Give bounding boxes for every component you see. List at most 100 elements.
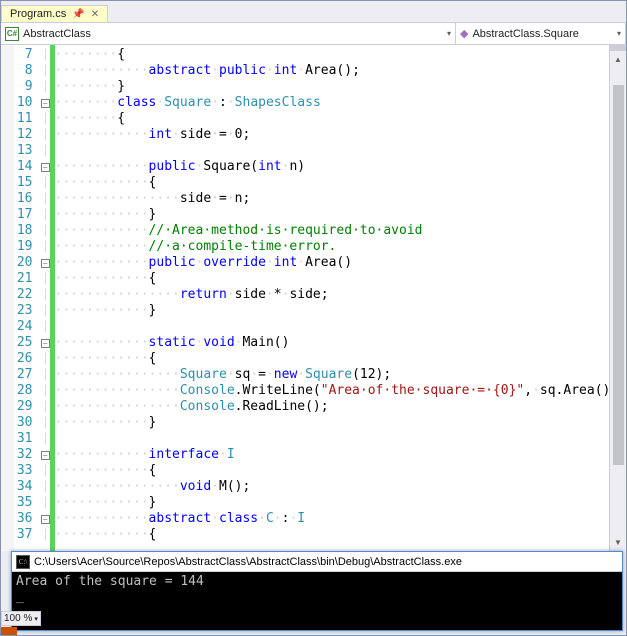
tab-bar: Program.cs 📌 ✕ <box>1 1 626 23</box>
line-number: 10 <box>14 95 41 111</box>
status-indicator <box>1 627 17 635</box>
line-number: 13 <box>14 143 41 159</box>
scroll-down-icon[interactable]: ▼ <box>610 534 626 551</box>
navigation-bar: C# AbstractClass ▾ ◆ AbstractClass.Squar… <box>1 23 626 45</box>
line-number: 34 <box>14 479 41 495</box>
code-line[interactable]: ············abstract·public·int·Area(); <box>55 63 626 79</box>
line-number: 17 <box>14 207 41 223</box>
code-line[interactable]: ············//·Area·method·is·required·t… <box>55 223 626 239</box>
csharp-icon: C# <box>5 27 19 41</box>
code-line[interactable] <box>55 319 626 335</box>
code-line[interactable]: ················Console.ReadLine(); <box>55 399 626 415</box>
chevron-down-icon: ▾ <box>617 29 621 38</box>
code-line[interactable]: ············interface·I <box>55 447 626 463</box>
line-number: 18 <box>14 223 41 239</box>
line-number: 15 <box>14 175 41 191</box>
zoom-label: 100 % <box>4 613 32 624</box>
nav-member-dropdown[interactable]: ◆ AbstractClass.Square ▾ <box>456 23 626 44</box>
zoom-dropdown[interactable]: 100 % ▾ <box>1 611 41 626</box>
scrollbar-thumb[interactable] <box>613 85 624 465</box>
line-number: 29 <box>14 399 41 415</box>
line-number: 16 <box>14 191 41 207</box>
code-line[interactable]: ········{ <box>55 111 626 127</box>
code-line[interactable]: ················return·side·*·side; <box>55 287 626 303</box>
status-strip: 100 % ▾ <box>1 599 41 635</box>
fold-toggle[interactable]: − <box>41 339 50 348</box>
chevron-down-icon: ▾ <box>34 615 38 623</box>
code-line[interactable]: ················Square·sq·=·new·Square(1… <box>55 367 626 383</box>
line-number: 23 <box>14 303 41 319</box>
console-window[interactable]: C:\ C:\Users\Acer\Source\Repos\AbstractC… <box>11 551 623 631</box>
line-number: 21 <box>14 271 41 287</box>
code-body[interactable]: ········{············abstract·public·int… <box>55 45 626 551</box>
code-line[interactable]: ············{ <box>55 351 626 367</box>
line-number: 36 <box>14 511 41 527</box>
line-number: 19 <box>14 239 41 255</box>
code-line[interactable]: ············} <box>55 495 626 511</box>
line-number-gutter: 7891011121314151617181920212223242526272… <box>14 45 41 551</box>
fold-toggle[interactable]: − <box>41 163 50 172</box>
line-number: 14 <box>14 159 41 175</box>
code-editor[interactable]: 7891011121314151617181920212223242526272… <box>1 45 626 551</box>
class-icon: ◆ <box>460 27 468 40</box>
code-line[interactable]: ············{ <box>55 271 626 287</box>
line-number: 26 <box>14 351 41 367</box>
fold-toggle[interactable]: − <box>41 515 50 524</box>
code-line[interactable]: ············{ <box>55 463 626 479</box>
console-titlebar[interactable]: C:\ C:\Users\Acer\Source\Repos\AbstractC… <box>12 552 622 572</box>
code-line[interactable] <box>55 143 626 159</box>
code-line[interactable] <box>55 431 626 447</box>
scroll-up-icon[interactable]: ▲ <box>610 51 626 68</box>
code-line[interactable]: ············//·a·compile-time·error. <box>55 239 626 255</box>
file-tab-label: Program.cs <box>10 8 66 20</box>
console-icon: C:\ <box>16 555 30 569</box>
code-line[interactable]: ············{ <box>55 527 626 543</box>
code-line[interactable]: ················Console.WriteLine("Area·… <box>55 383 626 399</box>
fold-toggle[interactable]: − <box>41 99 50 108</box>
line-number: 31 <box>14 431 41 447</box>
line-number: 20 <box>14 255 41 271</box>
code-line[interactable]: ············int·side·=·0; <box>55 127 626 143</box>
nav-scope-label: AbstractClass <box>23 28 91 40</box>
line-number: 25 <box>14 335 41 351</box>
code-line[interactable]: ············{ <box>55 175 626 191</box>
line-number: 27 <box>14 367 41 383</box>
code-line[interactable]: ············} <box>55 415 626 431</box>
code-line[interactable]: ············static·void·Main() <box>55 335 626 351</box>
line-number: 30 <box>14 415 41 431</box>
line-number: 12 <box>14 127 41 143</box>
line-number: 22 <box>14 287 41 303</box>
close-icon[interactable]: ✕ <box>91 9 99 20</box>
code-line[interactable]: ················void·M(); <box>55 479 626 495</box>
line-number: 9 <box>14 79 41 95</box>
nav-member-label: AbstractClass.Square <box>472 28 578 40</box>
code-line[interactable]: ············public·Square(int·n) <box>55 159 626 175</box>
code-line[interactable]: ········} <box>55 79 626 95</box>
pin-icon[interactable]: 📌 <box>72 9 84 20</box>
code-line[interactable]: ············} <box>55 207 626 223</box>
fold-toggle[interactable]: − <box>41 259 50 268</box>
console-output: Area of the square = 144 _ <box>12 572 622 630</box>
code-line[interactable]: ············} <box>55 303 626 319</box>
line-number: 35 <box>14 495 41 511</box>
line-number: 24 <box>14 319 41 335</box>
outlining-margin[interactable]: │││−│││−│││││−││││−││││││−│││−│ <box>41 45 51 551</box>
code-line[interactable]: ············public·override·int·Area() <box>55 255 626 271</box>
nav-scope-dropdown[interactable]: C# AbstractClass ▾ <box>1 23 456 44</box>
fold-toggle[interactable]: − <box>41 451 50 460</box>
line-number: 8 <box>14 63 41 79</box>
code-line[interactable]: ········class·Square·:·ShapesClass <box>55 95 626 111</box>
file-tab-program[interactable]: Program.cs 📌 ✕ <box>1 5 108 22</box>
line-number: 37 <box>14 527 41 543</box>
line-number: 33 <box>14 463 41 479</box>
line-number: 28 <box>14 383 41 399</box>
indicator-margin <box>1 45 14 551</box>
vertical-scrollbar[interactable]: ▲ ▼ <box>609 45 626 551</box>
code-line[interactable]: ················side·=·n; <box>55 191 626 207</box>
console-title-text: C:\Users\Acer\Source\Repos\AbstractClass… <box>34 556 462 568</box>
code-line[interactable]: ············abstract·class·C·:·I <box>55 511 626 527</box>
chevron-down-icon: ▾ <box>447 29 451 38</box>
code-line[interactable]: ········{ <box>55 47 626 63</box>
line-number: 32 <box>14 447 41 463</box>
line-number: 7 <box>14 47 41 63</box>
